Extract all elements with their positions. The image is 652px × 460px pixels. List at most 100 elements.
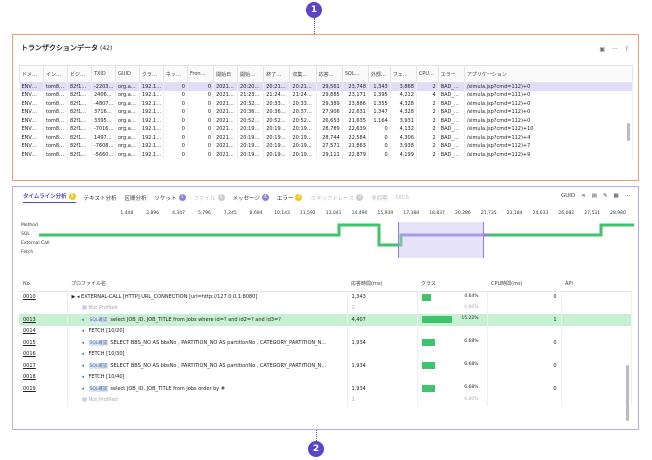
percent-label: 6.68%	[464, 339, 479, 345]
column-header[interactable]: ビジ…	[66, 65, 92, 83]
column-header[interactable]: アプリケーション	[463, 65, 634, 83]
row-number[interactable]: 0018	[19, 371, 68, 383]
percent-bar: 0.00%	[422, 397, 480, 404]
table-cell: 2406…	[91, 91, 116, 100]
table-cell: 21:23…	[237, 91, 265, 100]
vertical-scrollbar[interactable]	[627, 123, 630, 141]
row-number[interactable]	[19, 394, 68, 406]
column-header[interactable]: 応答…	[315, 65, 343, 83]
table-row[interactable]: ENV… tom8… 82f1… 3395… org.a… 192.1… 0 0 2021… 20…	[19, 116, 634, 125]
table-cell: org.a…	[115, 116, 140, 125]
table-row[interactable]: ENV… tom8… 82f1… -2203… org.a… 192.1… 0 0 2021… 2…	[19, 82, 634, 91]
row-number-link[interactable]: 0018	[23, 374, 36, 380]
table-row[interactable]: Not Profiled 1 0.00%	[19, 302, 632, 314]
fullscreen-icon[interactable]: ▦	[614, 193, 619, 199]
row-number-link[interactable]: 0010	[23, 294, 36, 300]
row-number-link[interactable]: 0014	[23, 328, 36, 334]
table-cell: 2021…	[213, 142, 239, 151]
row-number-link[interactable]: 0016	[23, 351, 36, 357]
column-header[interactable]: API	[561, 277, 631, 292]
column-header[interactable]: TXID	[90, 65, 116, 83]
tab-item[interactable]: 区間分析	[124, 194, 146, 202]
percent-bar-fill	[421, 339, 436, 347]
column-header[interactable]: クラス	[417, 277, 487, 292]
column-header[interactable]: プロファイル名	[67, 277, 347, 292]
timeline-selection[interactable]	[398, 222, 484, 258]
row-number[interactable]	[19, 302, 68, 314]
column-header[interactable]: 応答時間(ms)	[347, 277, 417, 292]
row-number[interactable]: 0013	[19, 314, 68, 326]
table-row[interactable]: ENV… tom8… 82f1… 2406… org.a… 192.1… 0 0 2021… 21…	[19, 91, 634, 100]
export-icon[interactable]: ▣	[599, 46, 605, 53]
row-number-link[interactable]: 0015	[23, 340, 36, 346]
share-icon[interactable]: ⋖	[581, 193, 586, 199]
column-header[interactable]: ドメ…	[19, 65, 44, 83]
column-header[interactable]: 終了…	[263, 65, 291, 83]
column-header[interactable]: フェ…	[389, 65, 417, 83]
tab-item[interactable]: メッセージ 4	[233, 194, 269, 202]
column-header[interactable]: SQL…	[341, 65, 369, 83]
tab-item[interactable]: テキスト分析	[84, 194, 117, 202]
column-header[interactable]: 開始…	[237, 65, 265, 83]
vertical-scrollbar[interactable]	[626, 365, 629, 421]
column-header[interactable]: CPU時間(ms)	[487, 277, 561, 292]
table-cell: 3716…	[91, 108, 116, 117]
column-header[interactable]: イン…	[42, 65, 68, 83]
table-row[interactable]: ENV… tom8… 82f1… -7016… org.a… 192.1… 0 0 2021… 2…	[19, 125, 634, 134]
table-row[interactable]: Not Profiled 1 0.00%	[19, 394, 632, 406]
edit-icon[interactable]: ✎	[603, 193, 608, 199]
table-cell: 20:36…	[263, 108, 291, 117]
table-cell: org.a…	[115, 150, 140, 159]
column-header[interactable]: クラ…	[138, 65, 164, 83]
table-row[interactable]: ENV… tom8… 82f1… -7608… org.a… 192.1… 0 0 2021… 2…	[19, 142, 634, 151]
table-row[interactable]: ENV… tom8… 82f1… -4807… org.a… 192.1… 0 0 2021… 2…	[19, 99, 634, 108]
table-row[interactable]: 0013 ◂ SQL確認 select JOB_ID, JOB_TITLE from …	[19, 314, 632, 326]
row-number[interactable]: 0010	[19, 291, 68, 303]
column-header[interactable]: 外部…	[367, 65, 391, 83]
tab-item[interactable]: タイムライン分析 1	[23, 192, 76, 203]
cpu-time	[487, 348, 562, 360]
column-header[interactable]: No.	[19, 277, 67, 292]
guid-button[interactable]: GUID	[561, 193, 575, 199]
row-number[interactable]: 0014	[19, 325, 68, 337]
table-row[interactable]: 0010 ▶ ◂ EXTERNAL-CALL [HTTP] URL_CONNECT…	[19, 291, 632, 303]
table-row[interactable]: ENV… tom8… 82f1… 1497… org.a… 192.1… 0 0 2021… 20…	[19, 133, 634, 142]
table-cell: 0	[368, 133, 391, 142]
percent-bar-fill	[421, 316, 453, 324]
table-cell: 2021…	[213, 133, 239, 142]
table-row[interactable]: 0016 ◂ FETCH [10/30]	[19, 348, 632, 360]
more-icon[interactable]: ···	[612, 46, 618, 53]
table-row[interactable]: 0017 ◂ SQL確認 SELECT BBS_NO AS bbsNo , PARTI…	[19, 360, 632, 372]
tab-item[interactable]: ソケット 1	[154, 194, 186, 202]
percent-bar-fill	[421, 293, 431, 301]
row-number-link[interactable]: 0013	[23, 317, 36, 323]
tab-label: OICS	[395, 194, 409, 201]
more-icon[interactable]: ···	[625, 193, 630, 199]
column-header[interactable]: GUID	[114, 65, 140, 83]
help-icon[interactable]: ?	[625, 46, 628, 53]
row-number-link[interactable]: 0019	[23, 386, 36, 392]
table-row[interactable]: 0014 ◂ FETCH [10/20]	[19, 325, 632, 337]
row-number-link[interactable]: 0017	[23, 363, 36, 369]
table-cell: /simula.jsp?cmd=112)+10	[464, 125, 634, 134]
table-row[interactable]: ENV… tom8… 82f1… 3716… org.a… 192.1… 0 0 2021… 20…	[19, 108, 634, 117]
export-icon[interactable]: ▤	[592, 193, 597, 199]
row-number[interactable]: 0016	[19, 348, 68, 360]
api-cell	[561, 291, 632, 303]
table-row[interactable]: 0015 ◂ SQL確認 SELECT BBS_NO AS bbsNo , PARTI…	[19, 337, 632, 349]
column-header[interactable]: 収集…	[289, 65, 317, 83]
column-header[interactable]: Fron…	[186, 65, 215, 83]
table-row[interactable]: 0019 ◂ SQL確認 select JOB_ID, JOB_TITLE from …	[19, 383, 632, 395]
table-row[interactable]: 0018 ◂ FETCH [10/40]	[19, 371, 632, 383]
row-number[interactable]: 0019	[19, 383, 68, 395]
percent-bar-fill	[421, 385, 436, 393]
column-header[interactable]: エラー	[437, 65, 465, 83]
table-cell: tom8…	[43, 108, 68, 117]
row-number[interactable]: 0015	[19, 337, 68, 349]
column-header[interactable]: 開始日	[213, 65, 239, 83]
tab-item[interactable]: エラー 1	[277, 194, 303, 202]
column-header[interactable]: ネッ…	[162, 65, 188, 83]
row-number[interactable]: 0017	[19, 360, 68, 372]
table-row[interactable]: ENV… tom8… 82f1… -5660… org.a… 192.1… 0 0 2021… 2…	[19, 150, 634, 159]
column-header[interactable]: CPU…	[415, 65, 439, 83]
